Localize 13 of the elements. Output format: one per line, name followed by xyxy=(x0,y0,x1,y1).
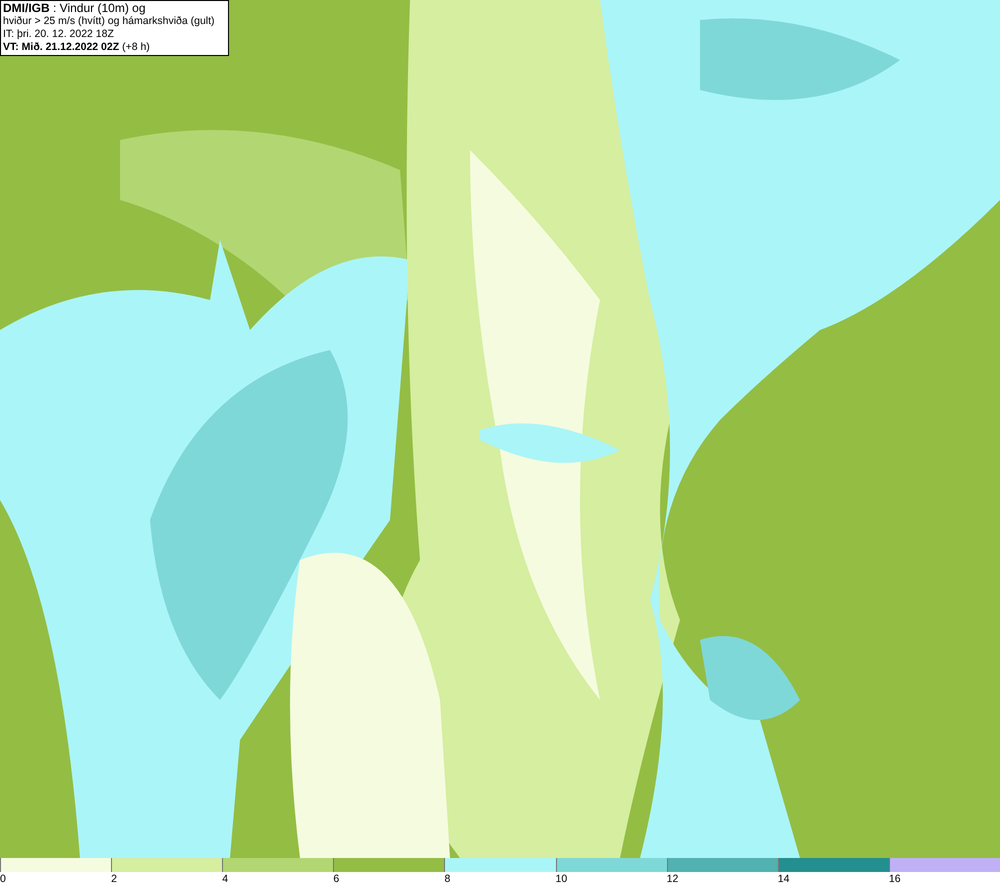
info-text: IT: þri. 20. 12. 2022 18Z xyxy=(3,28,115,41)
legend-label: 8 xyxy=(444,872,450,886)
legend-label: 6 xyxy=(333,872,340,886)
legend-label: 2 xyxy=(111,872,117,886)
legend-label: 12 xyxy=(666,872,678,886)
info-text: DMI/IGB : Vindur (10m) og xyxy=(3,2,146,15)
legend-label: 4 xyxy=(222,872,228,886)
legend-label: 0 xyxy=(0,872,6,886)
legend-label: 16 xyxy=(888,872,901,886)
info-text: VT: Mið. 21.12.2022 02Z (+8 h) xyxy=(3,41,151,54)
info-text: hviður > 25 m/s (hvítt) og hámarkshviða (gult) xyxy=(3,15,216,28)
legend-label: 10 xyxy=(556,872,568,886)
legend-label: 14 xyxy=(778,872,790,886)
